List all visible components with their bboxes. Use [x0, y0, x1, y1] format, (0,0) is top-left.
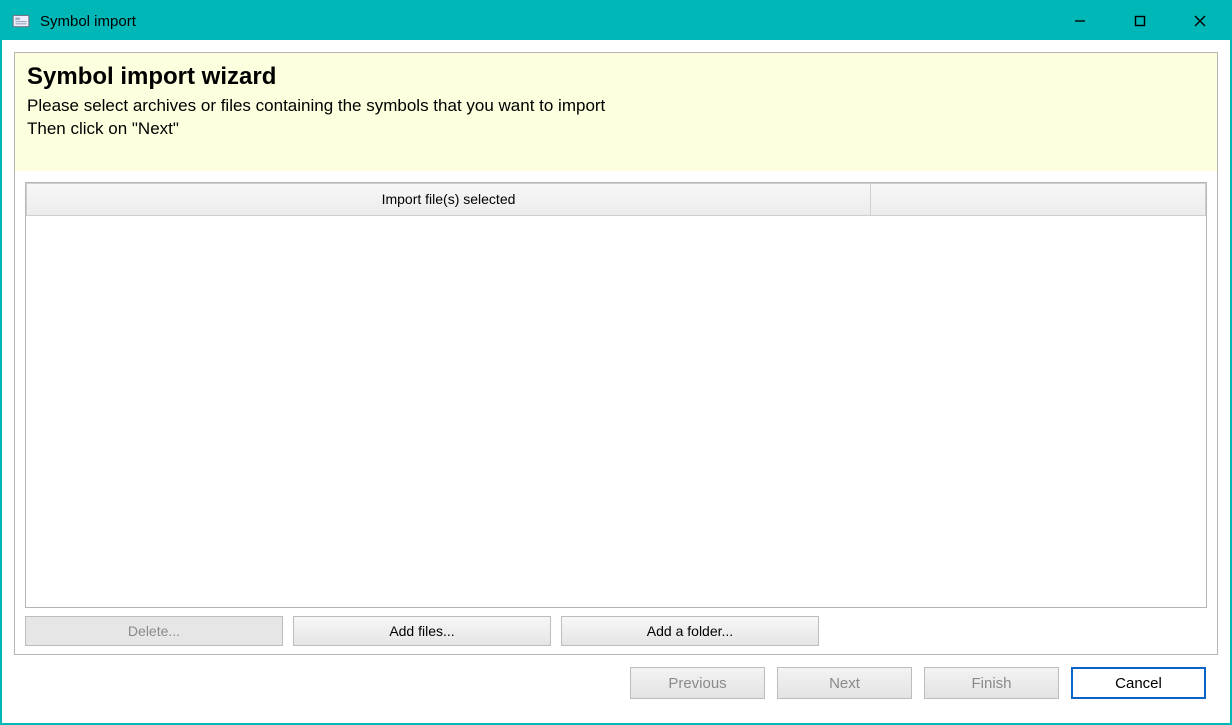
delete-button[interactable]: Delete...: [25, 616, 283, 646]
close-button[interactable]: [1170, 2, 1230, 40]
wizard-header: Symbol import wizard Please select archi…: [15, 53, 1217, 172]
titlebar: Symbol import: [2, 2, 1230, 40]
cancel-button[interactable]: Cancel: [1071, 667, 1206, 699]
maximize-button[interactable]: [1110, 2, 1170, 40]
client-area: Symbol import wizard Please select archi…: [2, 40, 1230, 723]
file-table: Import file(s) selected: [25, 182, 1207, 608]
column-header-empty[interactable]: [871, 183, 1206, 216]
column-header-import-files[interactable]: Import file(s) selected: [26, 183, 871, 216]
wizard-description: Please select archives or files containi…: [27, 95, 1205, 141]
wizard-title: Symbol import wizard: [27, 63, 1205, 91]
action-row: Delete... Add files... Add a folder...: [25, 616, 1207, 646]
minimize-button[interactable]: [1050, 2, 1110, 40]
add-files-button[interactable]: Add files...: [293, 616, 551, 646]
wizard-box: Symbol import wizard Please select archi…: [14, 52, 1218, 655]
wizard-body: Import file(s) selected Delete... Add fi…: [15, 172, 1217, 654]
wizard-desc-line2: Then click on "Next": [27, 119, 179, 138]
table-body[interactable]: [26, 217, 1206, 607]
app-icon: [12, 12, 30, 30]
table-header-row: Import file(s) selected: [26, 183, 1206, 217]
window-title: Symbol import: [40, 13, 136, 30]
wizard-desc-line1: Please select archives or files containi…: [27, 96, 605, 115]
add-folder-button[interactable]: Add a folder...: [561, 616, 819, 646]
previous-button[interactable]: Previous: [630, 667, 765, 699]
finish-button[interactable]: Finish: [924, 667, 1059, 699]
next-button[interactable]: Next: [777, 667, 912, 699]
nav-row: Previous Next Finish Cancel: [14, 655, 1218, 711]
